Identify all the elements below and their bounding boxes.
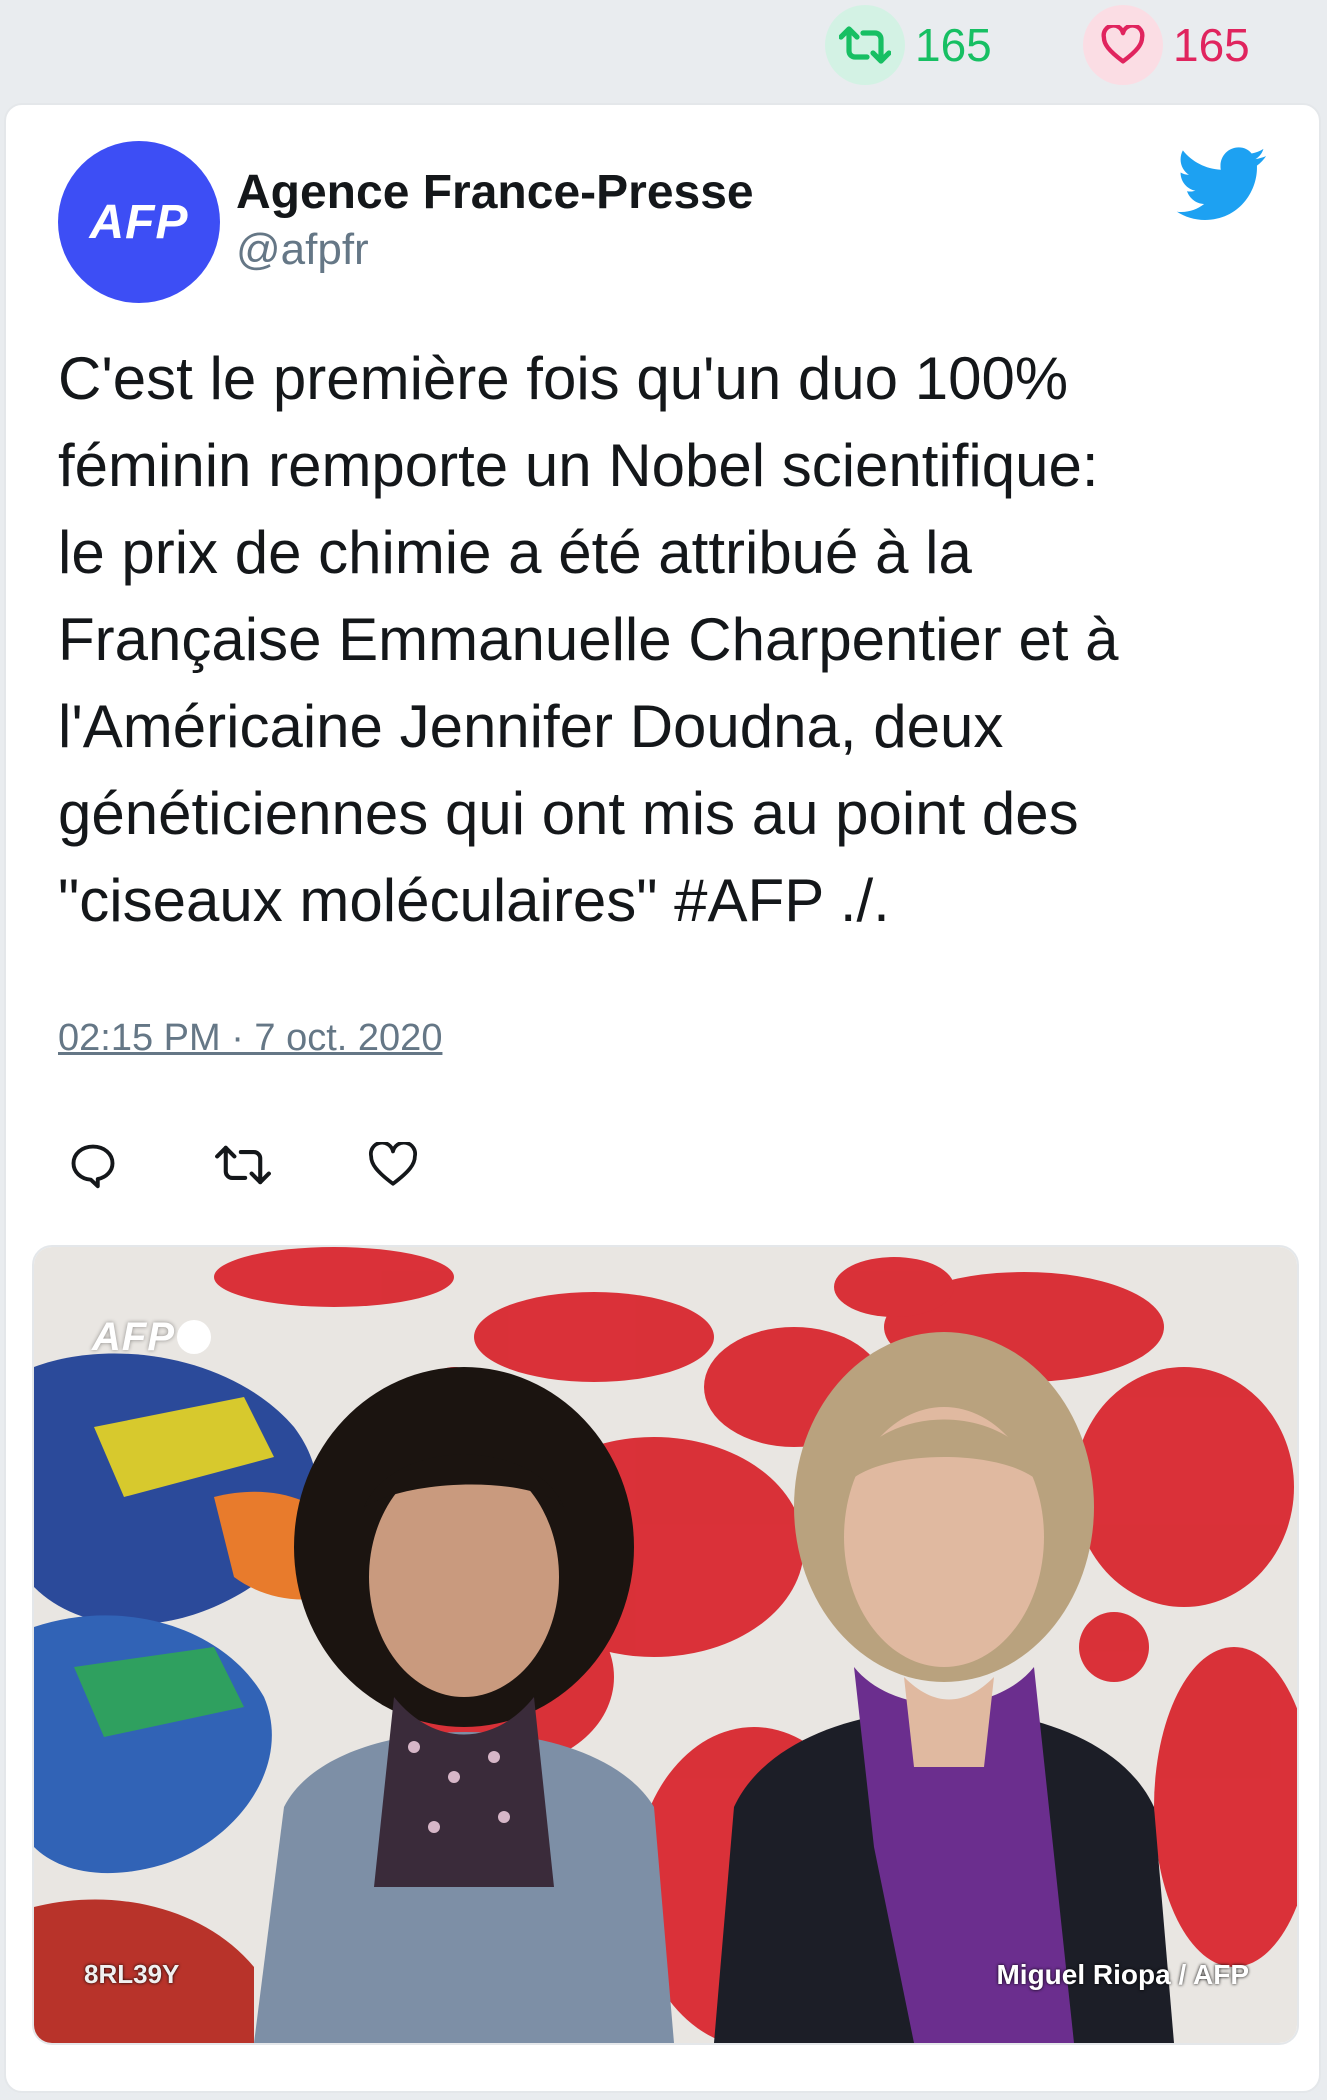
retweet-count: 165 bbox=[915, 19, 992, 71]
author-handle[interactable]: @afpfr bbox=[236, 225, 369, 275]
photo-illustration bbox=[34, 1247, 1297, 2043]
tweet-text: C'est le première fois qu'un duo 100% fé… bbox=[58, 345, 1119, 934]
like-stat[interactable]: 165 bbox=[1083, 5, 1250, 85]
author-name[interactable]: Agence France-Presse bbox=[236, 165, 754, 220]
like-count: 165 bbox=[1173, 19, 1250, 71]
retweet-stat[interactable]: 165 bbox=[825, 5, 992, 85]
heart-icon[interactable] bbox=[358, 1130, 428, 1200]
photo-credit: Miguel Riopa / AFP bbox=[996, 1959, 1249, 1990]
retweet-icon[interactable] bbox=[208, 1130, 278, 1200]
photo-code: 8RL39Y bbox=[84, 1959, 180, 1989]
tweet-photo[interactable]: AFP 8RL39Y Miguel Riopa / AFP bbox=[32, 1245, 1299, 2045]
tweet-timestamp[interactable]: 02:15 PM · 7 oct. 2020 bbox=[58, 1017, 442, 1060]
engagement-bar: 165 165 bbox=[0, 0, 1327, 100]
heart-icon[interactable] bbox=[1083, 5, 1163, 85]
retweet-icon[interactable] bbox=[825, 5, 905, 85]
photo-watermark-text: AFP bbox=[92, 1315, 175, 1359]
reply-icon[interactable] bbox=[58, 1130, 128, 1200]
avatar[interactable]: AFP bbox=[58, 141, 220, 303]
twitter-bird-icon[interactable] bbox=[1176, 147, 1268, 223]
photo-watermark: AFP bbox=[92, 1315, 211, 1360]
tweet-card: AFP Agence France-Presse @afpfr C'est le… bbox=[4, 103, 1321, 2093]
avatar-label: AFP bbox=[89, 195, 189, 249]
